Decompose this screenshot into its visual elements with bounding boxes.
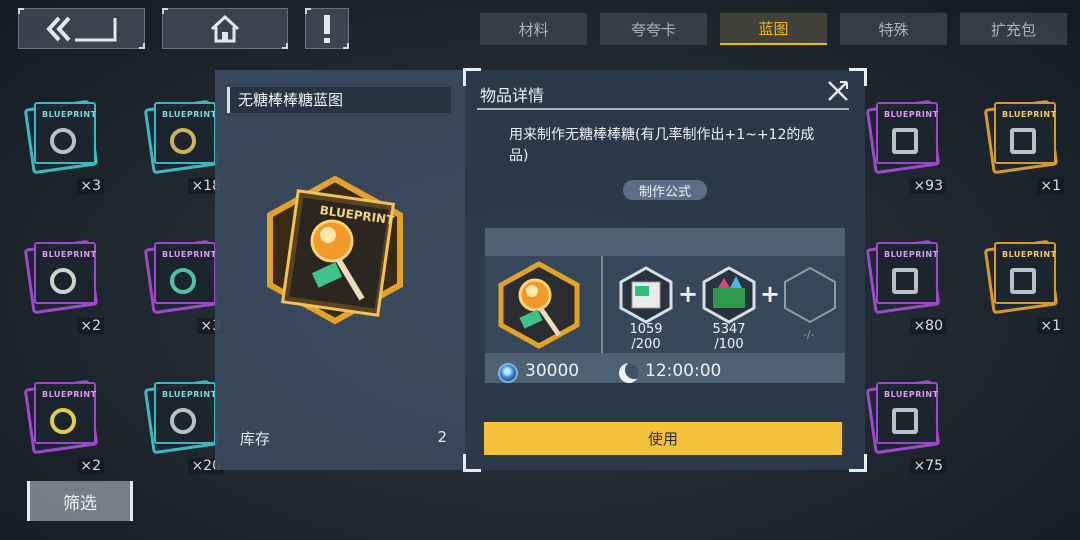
title-divider (477, 108, 849, 110)
necklace-icon (170, 408, 196, 434)
lollipop-blueprint-icon: BLUEPRINT (267, 175, 403, 325)
blueprint-card[interactable]: BLUEPRINT ×80 (862, 239, 946, 334)
blueprint-label: BLUEPRINT (884, 250, 939, 259)
blueprint-card[interactable]: BLUEPRINT ×75 (862, 379, 946, 474)
exclamation-icon (324, 14, 330, 43)
tab-blueprints[interactable]: 蓝图 (720, 13, 827, 45)
item-count: ×2 (77, 458, 104, 474)
empty-slot-icon (784, 266, 836, 324)
blueprint-card[interactable]: BLUEPRINT ×20 (140, 379, 224, 474)
tag-icon (1010, 268, 1036, 294)
blueprint-label: BLUEPRINT (1002, 110, 1057, 119)
item-count: ×2 (77, 318, 104, 334)
recipe-box: 1059 /200 + 5347 /100 + -/- 30000 12:00:… (485, 228, 845, 383)
item-count: ×1 (1037, 318, 1064, 334)
back-button[interactable] (18, 8, 145, 49)
item-count: ×80 (910, 318, 946, 334)
material-required: /200 (631, 337, 661, 352)
plus-icon: + (678, 280, 699, 308)
material-count: 1059 (629, 322, 663, 337)
blueprint-label: BLUEPRINT (42, 110, 97, 119)
alert-button[interactable] (305, 8, 349, 49)
ring-icon (50, 128, 76, 154)
blueprint-label: BLUEPRINT (162, 250, 217, 259)
item-name: 无糖棒棒糖蓝图 (227, 87, 451, 113)
close-icon[interactable] (826, 79, 850, 103)
tag-icon (892, 128, 918, 154)
circuit-chip-icon (619, 266, 673, 324)
blueprint-card[interactable]: BLUEPRINT ×3 (140, 239, 224, 334)
stock-label: 库存 (240, 430, 271, 448)
home-button[interactable] (162, 8, 288, 49)
blueprint-card[interactable]: BLUEPRINT ×18 (140, 99, 224, 194)
tag-icon (1010, 128, 1036, 154)
tab-praise-cards[interactable]: 夸夸卡 (600, 13, 707, 45)
plus-icon: + (760, 280, 781, 308)
item-count: ×1 (1037, 178, 1064, 194)
lollipop-icon (498, 261, 580, 349)
tab-special[interactable]: 特殊 (840, 13, 947, 45)
detail-title: 物品详情 (480, 86, 545, 105)
tag-icon (892, 408, 918, 434)
item-count: ×93 (910, 178, 946, 194)
item-count: ×3 (77, 178, 104, 194)
item-preview-panel: 无糖棒棒糖蓝图 BLUEPRINT 库存 2 (215, 70, 465, 470)
blueprint-card[interactable]: BLUEPRINT ×1 (980, 239, 1064, 334)
blueprint-card[interactable]: BLUEPRINT ×3 (20, 99, 104, 194)
blueprint-label: BLUEPRINT (884, 390, 939, 399)
necklace-icon (170, 268, 196, 294)
blueprint-label: BLUEPRINT (42, 390, 97, 399)
blueprint-label: BLUEPRINT (1002, 250, 1057, 259)
gem-crate-icon (702, 266, 756, 324)
stock-value: 2 (437, 428, 447, 446)
blueprint-card[interactable]: BLUEPRINT ×2 (20, 379, 104, 474)
item-detail-panel: 物品详情 用来制作无糖棒棒糖(有几率制作出+1~+12的成品) 制作公式 105… (463, 68, 867, 472)
blueprint-label: BLUEPRINT (884, 110, 939, 119)
filter-button[interactable]: 筛选 (27, 481, 133, 521)
ring-icon (50, 268, 76, 294)
blueprint-label: BLUEPRINT (162, 110, 217, 119)
necklace-icon (170, 128, 196, 154)
home-icon (210, 14, 240, 42)
blue-coin-icon (498, 363, 518, 383)
ring-icon (50, 408, 76, 434)
item-description: 用来制作无糖棒棒糖(有几率制作出+1~+12的成品) (509, 127, 815, 164)
use-button[interactable]: 使用 (481, 422, 845, 455)
blueprint-card[interactable]: BLUEPRINT ×93 (862, 99, 946, 194)
material-required: /100 (714, 337, 744, 352)
craft-cost: 30000 (525, 361, 580, 381)
moon-clock-icon (619, 363, 639, 383)
blueprint-label: BLUEPRINT (42, 250, 97, 259)
empty-slot-count: -/- (803, 328, 815, 341)
tab-materials[interactable]: 材料 (480, 13, 587, 45)
item-count: ×75 (910, 458, 946, 474)
double-chevron-left-icon (45, 16, 116, 41)
tag-icon (892, 268, 918, 294)
formula-label: 制作公式 (623, 180, 707, 200)
blueprint-card[interactable]: BLUEPRINT ×2 (20, 239, 104, 334)
craft-time: 12:00:00 (645, 361, 722, 381)
blueprint-label: BLUEPRINT (162, 390, 217, 399)
tab-expansion-packs[interactable]: 扩充包 (960, 13, 1067, 45)
material-count: 5347 (712, 322, 746, 337)
blueprint-card[interactable]: BLUEPRINT ×1 (980, 99, 1064, 194)
